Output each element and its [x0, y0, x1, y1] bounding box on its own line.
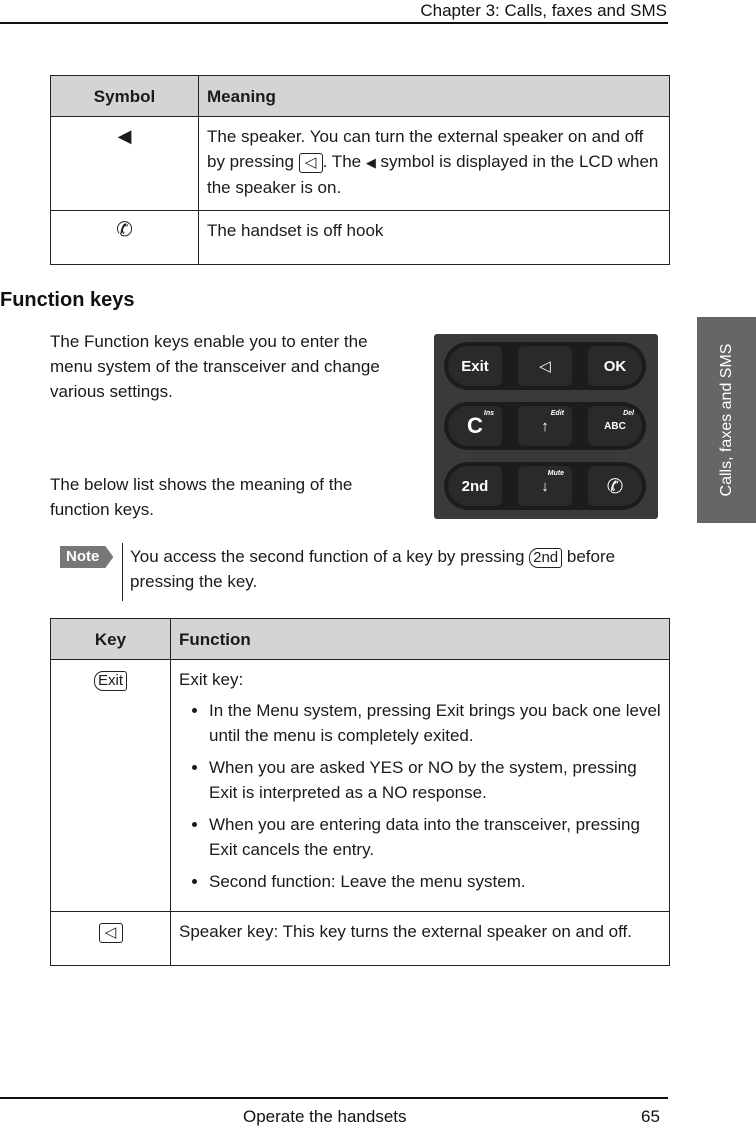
section-heading: Function keys: [0, 289, 135, 311]
col-header-function: Function: [170, 618, 670, 660]
keypad-row: 2nd ↓ Mute ✆: [444, 462, 646, 510]
page-number: 65: [641, 1107, 660, 1126]
note-badge: Note: [60, 546, 114, 568]
function-keypad-photo: Exit ◁ OK C Ins ↑ Edit ABC Del 2nd ↓ Mute ✆: [434, 334, 658, 519]
hook-key: ✆: [588, 466, 642, 506]
list-item: When you are asked YES or NO by the syst…: [209, 755, 661, 805]
col-header-key: Key: [50, 618, 171, 660]
function-key-table: Key Function Exit Exit key: In the Menu …: [50, 618, 670, 966]
speaker-icon: ◀: [117, 126, 132, 146]
ok-key: OK: [588, 346, 642, 386]
chapter-title: Chapter 3: Calls, faxes and SMS: [420, 1, 667, 20]
exit-key-icon: Exit: [93, 670, 127, 691]
table-row: ✆ The handset is off hook: [50, 210, 670, 265]
table-header-row: Symbol Meaning: [50, 75, 670, 117]
note-text: You access the second function of a key …: [130, 547, 616, 591]
second-key-icon: 2nd: [529, 547, 563, 568]
chapter-side-tab: Calls, faxes and SMS: [697, 317, 756, 523]
second-function-key: 2nd: [448, 466, 502, 506]
col-header-meaning: Meaning: [198, 75, 670, 117]
list-item: Second function: Leave the menu system.: [209, 869, 661, 894]
bullet-list: In the Menu system, pressing Exit brings…: [179, 698, 661, 894]
footer-section-title: Operate the handsets: [243, 1107, 407, 1126]
speaker-icon: ◀: [365, 155, 376, 170]
function-cell: Speaker key: This key turns the external…: [170, 911, 670, 966]
table-row: Exit Exit key: In the Menu system, press…: [50, 659, 670, 912]
footer-rule: [0, 1097, 668, 1099]
list-intro-paragraph: The below list shows the meaning of the …: [50, 475, 353, 519]
keypad-row: Exit ◁ OK: [444, 342, 646, 390]
col-header-symbol: Symbol: [50, 75, 199, 117]
side-tab-label: Calls, faxes and SMS: [717, 343, 735, 497]
keypad-row: C Ins ↑ Edit ABC Del: [444, 402, 646, 450]
list-item: When you are entering data into the tran…: [209, 812, 661, 862]
table-row: ◀ The speaker. You can turn the external…: [50, 116, 670, 211]
clear-key: C Ins: [448, 406, 502, 446]
speaker-key: ◁: [518, 346, 572, 386]
header-rule: [0, 22, 668, 24]
list-item: In the Menu system, pressing Exit brings…: [209, 698, 661, 748]
table-header-row: Key Function: [50, 618, 670, 660]
meaning-cell: The speaker. You can turn the external s…: [198, 116, 670, 211]
abc-key: ABC Del: [588, 406, 642, 446]
up-key: ↑ Edit: [518, 406, 572, 446]
symbol-table: Symbol Meaning ◀ The speaker. You can tu…: [50, 75, 670, 265]
note-divider: [122, 543, 123, 601]
speaker-key-icon: ◁: [298, 152, 323, 173]
speaker-key-icon: ◁: [98, 922, 123, 943]
meaning-cell: The handset is off hook: [198, 210, 670, 265]
function-cell: Exit key: In the Menu system, pressing E…: [170, 659, 670, 912]
exit-key: Exit: [448, 346, 502, 386]
table-row: ◁ Speaker key: This key turns the extern…: [50, 911, 670, 966]
handset-off-hook-icon: ✆: [116, 219, 133, 241]
down-key: ↓ Mute: [518, 466, 572, 506]
intro-paragraph: The Function keys enable you to enter th…: [50, 332, 380, 401]
